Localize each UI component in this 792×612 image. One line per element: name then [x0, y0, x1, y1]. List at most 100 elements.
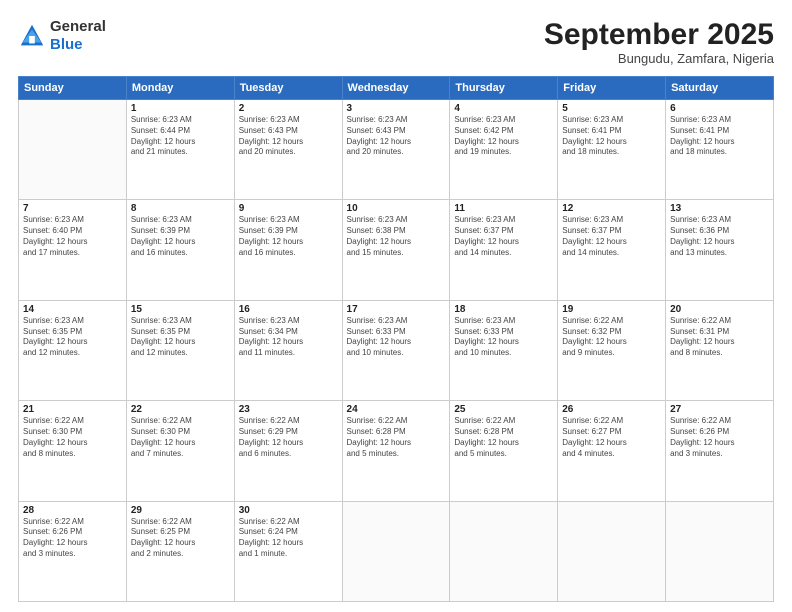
- calendar-cell: [666, 501, 774, 601]
- day-number: 23: [239, 404, 338, 415]
- col-sunday: Sunday: [19, 77, 127, 100]
- day-number: 12: [562, 203, 661, 214]
- logo: General Blue: [18, 18, 106, 54]
- calendar-cell: 14Sunrise: 6:23 AM Sunset: 6:35 PM Dayli…: [19, 300, 127, 400]
- calendar-cell: 15Sunrise: 6:23 AM Sunset: 6:35 PM Dayli…: [126, 300, 234, 400]
- day-number: 20: [670, 304, 769, 315]
- day-info: Sunrise: 6:23 AM Sunset: 6:39 PM Dayligh…: [239, 215, 338, 258]
- day-number: 16: [239, 304, 338, 315]
- day-number: 24: [347, 404, 446, 415]
- logo-general-text: General: [50, 18, 106, 35]
- day-number: 30: [239, 505, 338, 516]
- calendar-cell: 26Sunrise: 6:22 AM Sunset: 6:27 PM Dayli…: [558, 401, 666, 501]
- col-wednesday: Wednesday: [342, 77, 450, 100]
- col-monday: Monday: [126, 77, 234, 100]
- day-info: Sunrise: 6:23 AM Sunset: 6:34 PM Dayligh…: [239, 316, 338, 359]
- week-row-2: 7Sunrise: 6:23 AM Sunset: 6:40 PM Daylig…: [19, 200, 774, 300]
- col-thursday: Thursday: [450, 77, 558, 100]
- calendar-cell: 21Sunrise: 6:22 AM Sunset: 6:30 PM Dayli…: [19, 401, 127, 501]
- day-number: 9: [239, 203, 338, 214]
- day-number: 7: [23, 203, 122, 214]
- day-info: Sunrise: 6:22 AM Sunset: 6:30 PM Dayligh…: [131, 416, 230, 459]
- day-number: 27: [670, 404, 769, 415]
- day-number: 29: [131, 505, 230, 516]
- calendar-table: Sunday Monday Tuesday Wednesday Thursday…: [18, 76, 774, 602]
- week-row-5: 28Sunrise: 6:22 AM Sunset: 6:26 PM Dayli…: [19, 501, 774, 601]
- calendar-cell: [19, 100, 127, 200]
- calendar-cell: 11Sunrise: 6:23 AM Sunset: 6:37 PM Dayli…: [450, 200, 558, 300]
- logo-text: General Blue: [50, 18, 106, 54]
- page: General Blue September 2025 Bungudu, Zam…: [0, 0, 792, 612]
- calendar-cell: 22Sunrise: 6:22 AM Sunset: 6:30 PM Dayli…: [126, 401, 234, 501]
- calendar-cell: 8Sunrise: 6:23 AM Sunset: 6:39 PM Daylig…: [126, 200, 234, 300]
- day-info: Sunrise: 6:23 AM Sunset: 6:43 PM Dayligh…: [239, 115, 338, 158]
- day-number: 5: [562, 103, 661, 114]
- calendar-cell: 2Sunrise: 6:23 AM Sunset: 6:43 PM Daylig…: [234, 100, 342, 200]
- day-number: 21: [23, 404, 122, 415]
- calendar-cell: 24Sunrise: 6:22 AM Sunset: 6:28 PM Dayli…: [342, 401, 450, 501]
- calendar-cell: 5Sunrise: 6:23 AM Sunset: 6:41 PM Daylig…: [558, 100, 666, 200]
- day-info: Sunrise: 6:22 AM Sunset: 6:26 PM Dayligh…: [23, 517, 122, 560]
- day-info: Sunrise: 6:22 AM Sunset: 6:28 PM Dayligh…: [347, 416, 446, 459]
- day-number: 1: [131, 103, 230, 114]
- header: General Blue September 2025 Bungudu, Zam…: [18, 18, 774, 66]
- calendar-cell: [342, 501, 450, 601]
- day-info: Sunrise: 6:23 AM Sunset: 6:37 PM Dayligh…: [562, 215, 661, 258]
- calendar-cell: 19Sunrise: 6:22 AM Sunset: 6:32 PM Dayli…: [558, 300, 666, 400]
- day-number: 4: [454, 103, 553, 114]
- day-number: 25: [454, 404, 553, 415]
- calendar-cell: 9Sunrise: 6:23 AM Sunset: 6:39 PM Daylig…: [234, 200, 342, 300]
- day-number: 11: [454, 203, 553, 214]
- day-info: Sunrise: 6:23 AM Sunset: 6:39 PM Dayligh…: [131, 215, 230, 258]
- calendar-cell: 30Sunrise: 6:22 AM Sunset: 6:24 PM Dayli…: [234, 501, 342, 601]
- day-info: Sunrise: 6:23 AM Sunset: 6:44 PM Dayligh…: [131, 115, 230, 158]
- day-info: Sunrise: 6:23 AM Sunset: 6:36 PM Dayligh…: [670, 215, 769, 258]
- day-info: Sunrise: 6:23 AM Sunset: 6:43 PM Dayligh…: [347, 115, 446, 158]
- calendar-cell: 17Sunrise: 6:23 AM Sunset: 6:33 PM Dayli…: [342, 300, 450, 400]
- title-section: September 2025 Bungudu, Zamfara, Nigeria: [544, 18, 774, 66]
- day-number: 19: [562, 304, 661, 315]
- calendar-cell: 28Sunrise: 6:22 AM Sunset: 6:26 PM Dayli…: [19, 501, 127, 601]
- day-number: 10: [347, 203, 446, 214]
- day-number: 22: [131, 404, 230, 415]
- calendar-cell: [558, 501, 666, 601]
- day-info: Sunrise: 6:22 AM Sunset: 6:31 PM Dayligh…: [670, 316, 769, 359]
- calendar-cell: 25Sunrise: 6:22 AM Sunset: 6:28 PM Dayli…: [450, 401, 558, 501]
- calendar-cell: [450, 501, 558, 601]
- day-number: 3: [347, 103, 446, 114]
- calendar-cell: 20Sunrise: 6:22 AM Sunset: 6:31 PM Dayli…: [666, 300, 774, 400]
- location-subtitle: Bungudu, Zamfara, Nigeria: [544, 51, 774, 66]
- day-number: 8: [131, 203, 230, 214]
- day-info: Sunrise: 6:22 AM Sunset: 6:32 PM Dayligh…: [562, 316, 661, 359]
- day-info: Sunrise: 6:23 AM Sunset: 6:37 PM Dayligh…: [454, 215, 553, 258]
- day-info: Sunrise: 6:22 AM Sunset: 6:30 PM Dayligh…: [23, 416, 122, 459]
- calendar-cell: 4Sunrise: 6:23 AM Sunset: 6:42 PM Daylig…: [450, 100, 558, 200]
- month-title: September 2025: [544, 18, 774, 51]
- day-number: 6: [670, 103, 769, 114]
- col-friday: Friday: [558, 77, 666, 100]
- day-info: Sunrise: 6:23 AM Sunset: 6:38 PM Dayligh…: [347, 215, 446, 258]
- calendar-cell: 3Sunrise: 6:23 AM Sunset: 6:43 PM Daylig…: [342, 100, 450, 200]
- calendar-cell: 6Sunrise: 6:23 AM Sunset: 6:41 PM Daylig…: [666, 100, 774, 200]
- day-info: Sunrise: 6:22 AM Sunset: 6:26 PM Dayligh…: [670, 416, 769, 459]
- day-info: Sunrise: 6:23 AM Sunset: 6:42 PM Dayligh…: [454, 115, 553, 158]
- calendar-cell: 29Sunrise: 6:22 AM Sunset: 6:25 PM Dayli…: [126, 501, 234, 601]
- logo-blue-text: Blue: [50, 36, 83, 53]
- calendar-cell: 7Sunrise: 6:23 AM Sunset: 6:40 PM Daylig…: [19, 200, 127, 300]
- day-number: 28: [23, 505, 122, 516]
- day-info: Sunrise: 6:23 AM Sunset: 6:33 PM Dayligh…: [347, 316, 446, 359]
- calendar-cell: 18Sunrise: 6:23 AM Sunset: 6:33 PM Dayli…: [450, 300, 558, 400]
- calendar-cell: 16Sunrise: 6:23 AM Sunset: 6:34 PM Dayli…: [234, 300, 342, 400]
- day-number: 26: [562, 404, 661, 415]
- logo-icon: [18, 22, 46, 50]
- col-saturday: Saturday: [666, 77, 774, 100]
- day-info: Sunrise: 6:22 AM Sunset: 6:25 PM Dayligh…: [131, 517, 230, 560]
- calendar-cell: 10Sunrise: 6:23 AM Sunset: 6:38 PM Dayli…: [342, 200, 450, 300]
- day-info: Sunrise: 6:22 AM Sunset: 6:24 PM Dayligh…: [239, 517, 338, 560]
- day-info: Sunrise: 6:22 AM Sunset: 6:27 PM Dayligh…: [562, 416, 661, 459]
- calendar-cell: 23Sunrise: 6:22 AM Sunset: 6:29 PM Dayli…: [234, 401, 342, 501]
- day-number: 15: [131, 304, 230, 315]
- day-info: Sunrise: 6:23 AM Sunset: 6:40 PM Dayligh…: [23, 215, 122, 258]
- week-row-3: 14Sunrise: 6:23 AM Sunset: 6:35 PM Dayli…: [19, 300, 774, 400]
- day-number: 2: [239, 103, 338, 114]
